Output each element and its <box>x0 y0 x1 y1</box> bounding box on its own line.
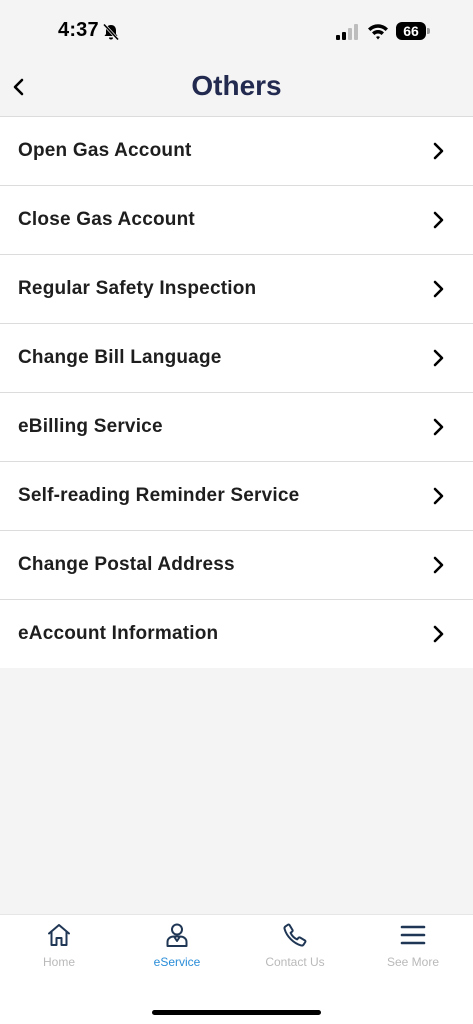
phone-icon <box>283 923 307 947</box>
chevron-right-icon <box>433 625 444 643</box>
menu-item-label: Open Gas Account <box>18 140 192 161</box>
home-icon <box>48 924 70 946</box>
chevron-right-icon <box>433 211 444 229</box>
status-time: 4:37 <box>58 19 99 41</box>
menu-item-label: eAccount Information <box>18 623 219 644</box>
status-bar: 4:37 66 <box>0 0 473 60</box>
menu-item-label: Regular Safety Inspection <box>18 278 257 299</box>
menu-list: Open Gas Account Close Gas Account Regul… <box>0 116 473 668</box>
tab-home[interactable]: Home <box>0 921 118 981</box>
tab-label: eService <box>153 955 201 969</box>
menu-item-ebilling-service[interactable]: eBilling Service <box>0 393 473 462</box>
chevron-right-icon <box>433 418 444 436</box>
menu-item-label: eBilling Service <box>18 416 163 437</box>
tab-see-more[interactable]: See More <box>354 921 472 981</box>
battery-tip <box>427 28 430 34</box>
tab-contact-us[interactable]: Contact Us <box>236 921 354 981</box>
menu-item-close-gas-account[interactable]: Close Gas Account <box>0 186 473 255</box>
menu-item-regular-safety-inspection[interactable]: Regular Safety Inspection <box>0 255 473 324</box>
menu-item-change-bill-language[interactable]: Change Bill Language <box>0 324 473 393</box>
chevron-right-icon <box>433 142 444 160</box>
menu-item-eaccount-information[interactable]: eAccount Information <box>0 600 473 668</box>
page-title: Others <box>191 70 282 101</box>
menu-item-change-postal-address[interactable]: Change Postal Address <box>0 531 473 600</box>
tab-eservice[interactable]: eService <box>118 921 236 981</box>
menu-item-self-reading-reminder-service[interactable]: Self-reading Reminder Service <box>0 462 473 531</box>
menu-item-open-gas-account[interactable]: Open Gas Account <box>0 117 473 186</box>
chevron-right-icon <box>433 349 444 367</box>
bell-slash-icon <box>102 23 120 41</box>
battery-level: 66 <box>396 22 426 40</box>
menu-item-label: Self-reading Reminder Service <box>18 485 300 506</box>
chevron-right-icon <box>433 280 444 298</box>
wifi-icon <box>368 24 388 40</box>
chevron-right-icon <box>433 487 444 505</box>
menu-item-label: Change Postal Address <box>18 554 235 575</box>
menu-item-label: Close Gas Account <box>18 209 195 230</box>
tab-label: Contact Us <box>265 955 325 969</box>
battery-icon: 66 <box>396 22 430 40</box>
header: Others <box>0 60 473 116</box>
screen: 4:37 66 Others Open Gas Account Close Ga… <box>0 0 473 1024</box>
home-indicator[interactable] <box>152 1010 321 1015</box>
menu-item-label: Change Bill Language <box>18 347 222 368</box>
tab-label: Home <box>42 955 75 969</box>
menu-icon <box>400 925 426 945</box>
chevron-right-icon <box>433 556 444 574</box>
tab-bar: Home eService Contact Us See More <box>0 914 473 1024</box>
signal-icon <box>336 24 358 40</box>
tab-label: See More <box>386 955 440 969</box>
user-icon <box>166 923 188 947</box>
